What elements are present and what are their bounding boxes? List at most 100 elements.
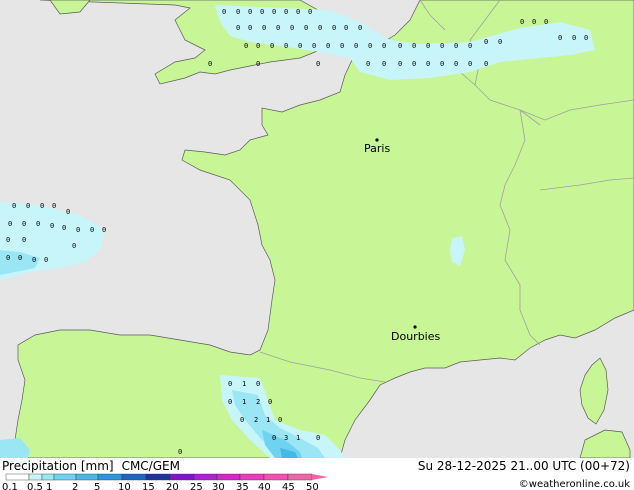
scale-swatch xyxy=(287,473,313,481)
scale-swatch xyxy=(216,473,241,481)
precip-marker: 0 xyxy=(262,24,266,32)
precip-marker: 0 xyxy=(398,60,402,68)
scale-swatch xyxy=(41,473,55,481)
precip-marker: 0 xyxy=(440,60,444,68)
precip-marker: 0 xyxy=(298,42,302,50)
precip-marker: 0 xyxy=(544,18,548,26)
precip-marker: 0 xyxy=(66,208,70,216)
scale-swatch xyxy=(5,473,30,481)
precip-marker: 0 xyxy=(272,434,276,442)
scale-tick-label: 50 xyxy=(306,482,319,490)
precip-marker: 0 xyxy=(440,42,444,50)
footer-datetime: Su 28-12-2025 21..00 UTC (00+72) xyxy=(418,459,630,473)
scale-tick-label: 25 xyxy=(190,482,203,490)
precip-marker: 0 xyxy=(426,60,430,68)
precip-marker: 0 xyxy=(178,448,182,456)
precip-marker: 0 xyxy=(268,398,272,406)
precip-marker: 0 xyxy=(90,226,94,234)
precip-marker: 0 xyxy=(316,60,320,68)
precip-marker: 0 xyxy=(76,226,80,234)
scale-swatch xyxy=(193,473,218,481)
scale-tick-label: 45 xyxy=(282,482,295,490)
precip-marker: 0 xyxy=(40,202,44,210)
precip-marker: 0 xyxy=(22,236,26,244)
precip-marker: 0 xyxy=(236,24,240,32)
precip-marker: 0 xyxy=(520,18,524,26)
scale-tick-label: 35 xyxy=(236,482,249,490)
precip-marker: 0 xyxy=(270,42,274,50)
scale-swatch xyxy=(53,473,77,481)
precip-marker: 0 xyxy=(276,24,280,32)
precip-marker: 0 xyxy=(366,60,370,68)
scale-swatch xyxy=(263,473,289,481)
scale-swatch xyxy=(28,473,43,481)
scale-tick-label: 30 xyxy=(212,482,225,490)
precip-marker: 0 xyxy=(228,380,232,388)
precip-marker: 0 xyxy=(248,8,252,16)
precip-marker: 0 xyxy=(26,202,30,210)
scale-tick-label: 2 xyxy=(72,482,78,490)
precip-marker: 0 xyxy=(36,220,40,228)
precip-marker: 0 xyxy=(584,34,588,42)
precip-marker: 0 xyxy=(332,24,336,32)
precip-marker: 0 xyxy=(558,34,562,42)
precip-marker: 0 xyxy=(344,24,348,32)
precip-marker: 0 xyxy=(12,202,16,210)
precip-marker: 0 xyxy=(454,60,458,68)
precip-marker: 0 xyxy=(426,42,430,50)
precip-marker: 0 xyxy=(468,60,472,68)
scale-tick-label: 10 xyxy=(118,482,131,490)
precip-marker: 0 xyxy=(244,42,248,50)
scale-tick-label: 5 xyxy=(94,482,100,490)
precip-marker: 0 xyxy=(278,416,282,424)
scale-tick-label: 0.1 xyxy=(2,482,18,490)
precip-marker: 0 xyxy=(354,42,358,50)
precip-marker: 0 xyxy=(382,60,386,68)
precip-marker: 0 xyxy=(256,380,260,388)
scale-swatch xyxy=(239,473,265,481)
precip-marker: 0 xyxy=(22,220,26,228)
precip-marker: 0 xyxy=(358,24,362,32)
precip-marker: 0 xyxy=(236,8,240,16)
precip-marker: 0 xyxy=(326,42,330,50)
precip-marker: 0 xyxy=(296,8,300,16)
precip-marker: 0 xyxy=(260,8,264,16)
precip-marker: 0 xyxy=(44,256,48,264)
precip-marker: 0 xyxy=(272,8,276,16)
precip-marker: 0 xyxy=(382,42,386,50)
precip-marker: 0 xyxy=(316,434,320,442)
scale-swatch xyxy=(121,473,147,481)
precip-marker: 0 xyxy=(284,42,288,50)
precip-marker: 0 xyxy=(8,220,12,228)
precip-marker: 0 xyxy=(290,24,294,32)
precip-marker: 0 xyxy=(50,222,54,230)
precip-marker: 0 xyxy=(248,24,252,32)
precip-marker: 2 xyxy=(256,398,260,406)
precip-marker: 0 xyxy=(18,254,22,262)
precip-marker: 0 xyxy=(222,8,226,16)
precip-marker: 0 xyxy=(52,202,56,210)
precip-marker: 0 xyxy=(256,42,260,50)
precip-marker: 0 xyxy=(368,42,372,50)
scale-tick-label: 15 xyxy=(142,482,155,490)
scale-tick-label: 1 xyxy=(46,482,52,490)
precip-marker: 0 xyxy=(208,60,212,68)
city-label: Dourbies xyxy=(391,330,441,343)
precip-marker: 0 xyxy=(318,24,322,32)
scale-swatch xyxy=(169,473,195,481)
precip-marker: 1 xyxy=(242,380,246,388)
precip-marker: 1 xyxy=(242,398,246,406)
city-dot xyxy=(413,325,417,329)
precip-marker: 0 xyxy=(6,254,10,262)
precip-marker: 0 xyxy=(498,38,502,46)
scale-tick-label: 40 xyxy=(258,482,271,490)
precip-marker: 0 xyxy=(454,42,458,50)
precip-marker: 2 xyxy=(254,416,258,424)
precip-marker: 0 xyxy=(72,242,76,250)
precip-marker: 0 xyxy=(468,42,472,50)
precip-marker: 0 xyxy=(572,34,576,42)
precip-marker: 3 xyxy=(284,434,288,442)
precip-marker: 0 xyxy=(398,42,402,50)
city-label: Paris xyxy=(364,142,390,155)
scale-tick-label: 0.5 xyxy=(27,482,43,490)
